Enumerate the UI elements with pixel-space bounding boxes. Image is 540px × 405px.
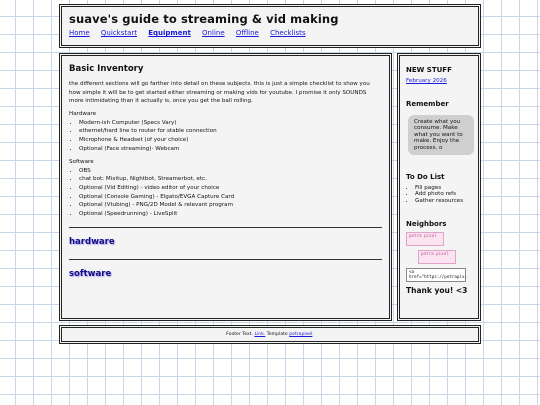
thanks-text: Thank you! <3 — [406, 285, 468, 295]
section-divider — [69, 226, 382, 228]
page-heading: Basic Inventory — [69, 64, 144, 74]
hardware-list: Modern-ish Computer (Specs Vary) etherne… — [69, 119, 382, 154]
nav-link-home[interactable]: Home — [69, 29, 90, 37]
footer-panel: Footer Text. Link. Template petrapixel. — [59, 325, 481, 344]
list-item: chat bot; Mixitup, Nightbot, Streamerbot… — [79, 175, 382, 184]
hardware-section-title: hardware — [69, 236, 115, 247]
new-stuff-heading: NEW STUFF — [406, 66, 452, 74]
new-stuff-link[interactable]: February 2026 — [406, 78, 472, 84]
remember-bubble: Create what you consume. Make what you w… — [408, 115, 474, 156]
nav-link-checklists[interactable]: Checklists — [270, 29, 305, 37]
todo-heading: To Do List — [406, 173, 445, 182]
footer-link[interactable]: Link. — [254, 332, 265, 337]
todo-item: Gather resources — [415, 198, 472, 204]
list-item: Modern-ish Computer (Specs Vary) — [79, 119, 382, 128]
header-panel: suave's guide to streaming & vid making … — [59, 4, 481, 48]
remember-heading: Remember — [406, 100, 449, 108]
list-item: Optional (Speedrunning) - LiveSplit — [79, 210, 382, 219]
nav-link-online[interactable]: Online — [202, 29, 225, 37]
site-title: suave's guide to streaming & vid making — [69, 12, 339, 26]
footer-text: Footer Text. — [226, 332, 253, 337]
neighbor-badge[interactable]: petra pixel — [406, 232, 444, 247]
nav-link-quickstart[interactable]: Quickstart — [101, 29, 137, 37]
intro-paragraph: the different sections will go farther i… — [69, 81, 370, 105]
footer-template-text: Template — [266, 332, 288, 337]
list-item: Optional (Vid Editing) - video editor of… — [79, 184, 382, 193]
software-section-title: software — [69, 268, 112, 279]
list-item: Microphone & Headset (of your choice) — [79, 136, 382, 145]
list-item: Optional (Console Gaming) - Elgato/EVGA … — [79, 193, 382, 202]
list-item: Optional (Face streaming)- Webcam — [79, 145, 382, 154]
footer-period: . — [312, 332, 314, 337]
list-item: OBS — [79, 167, 382, 176]
footer-template-link[interactable]: petrapixel — [289, 332, 312, 337]
main-content-panel: Basic Inventory the different sections w… — [59, 53, 392, 321]
todo-list: Fill pages Add photo refs Gather resourc… — [406, 185, 472, 204]
nav-link-offline[interactable]: Offline — [236, 29, 259, 37]
main-nav: Home Quickstart Equipment Online Offline… — [69, 29, 471, 37]
neighbor-badge[interactable]: petra pixel — [418, 250, 456, 265]
neighbors-heading: Neighbors — [406, 220, 447, 229]
software-list: OBS chat bot; Mixitup, Nightbot, Streame… — [69, 167, 382, 219]
nav-link-equipment[interactable]: Equipment — [148, 29, 191, 37]
hardware-label: Hardware — [69, 110, 97, 117]
software-label: Software — [69, 158, 94, 165]
sidebar-panel: NEW STUFF February 2026 Remember Create … — [397, 53, 481, 321]
list-item: ethernet/hard line to router for stable … — [79, 127, 382, 136]
list-item: Optional (Vtubing) - PNG/2D Model & rele… — [79, 201, 382, 210]
link-code-textbox[interactable]: <a href="https://petrapix. — [406, 268, 467, 282]
section-divider — [69, 258, 382, 260]
